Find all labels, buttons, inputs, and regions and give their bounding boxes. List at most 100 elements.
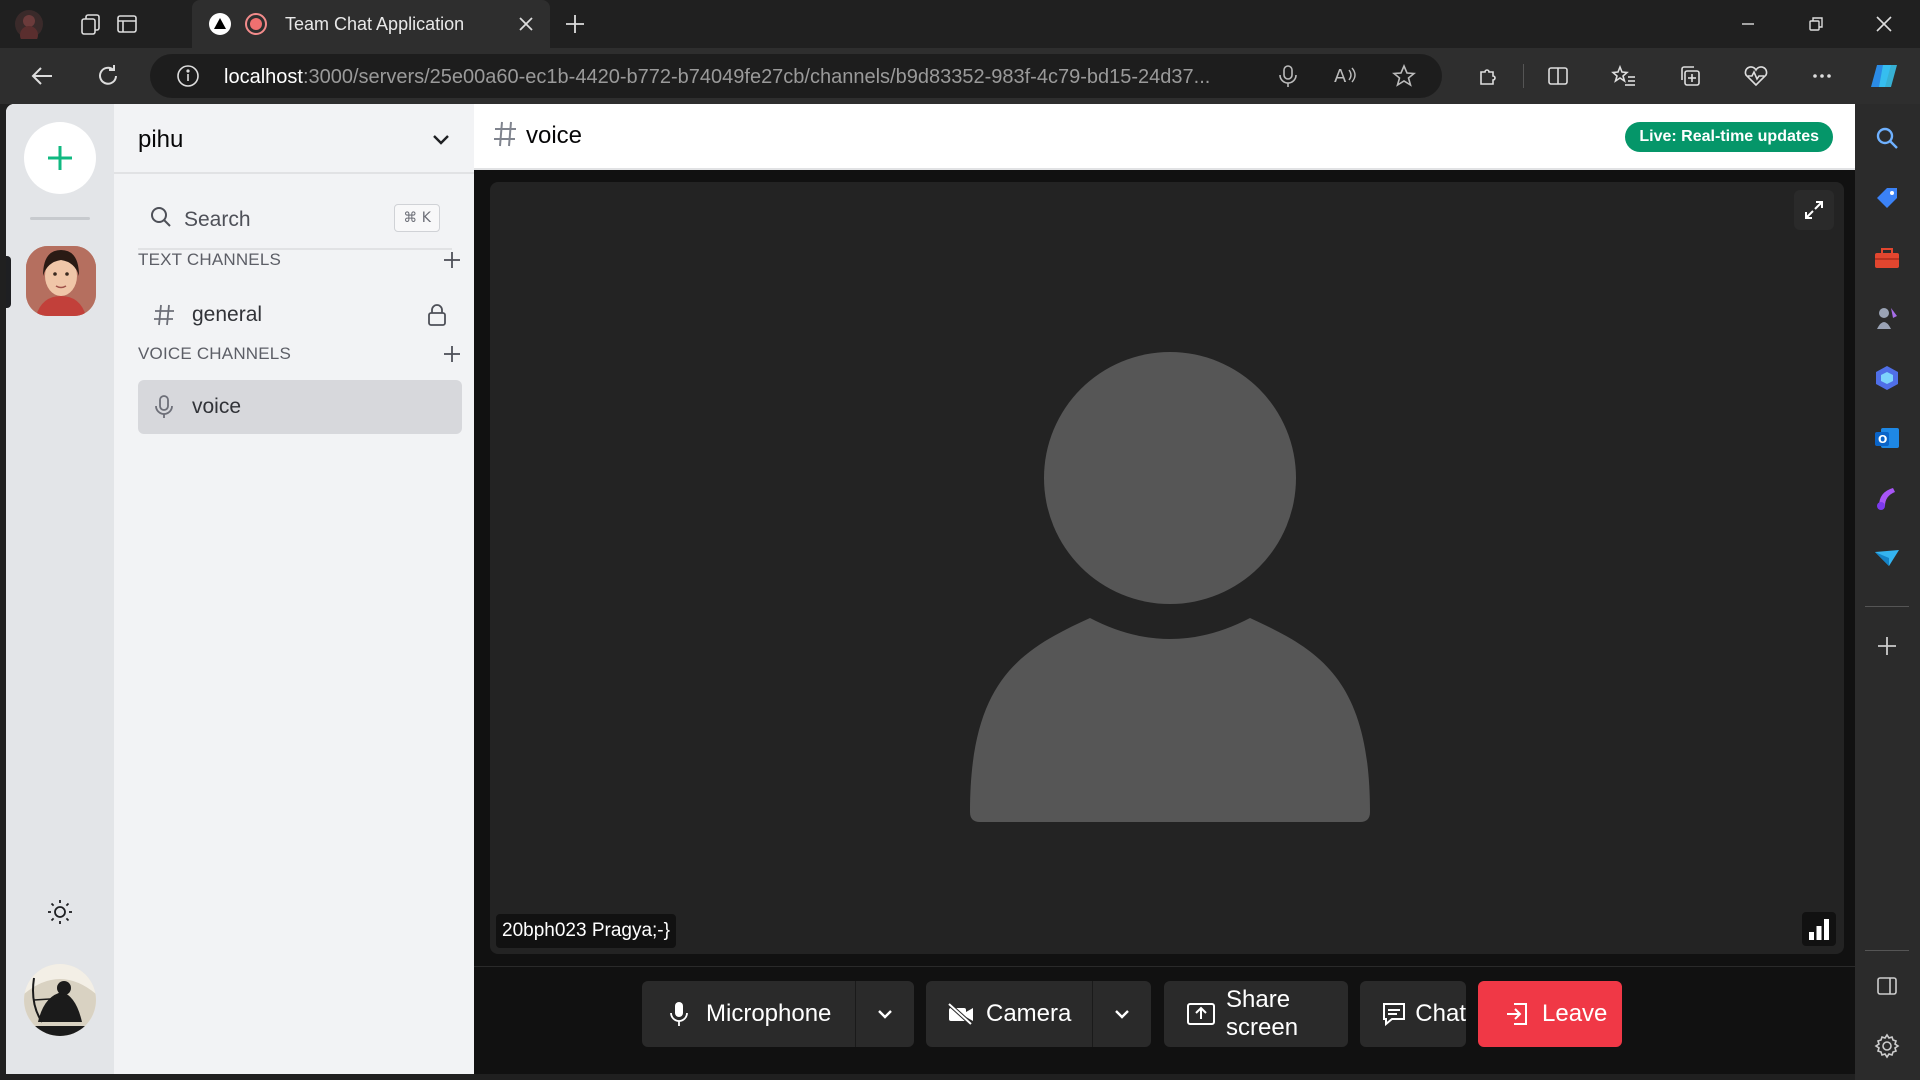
microphone-options-chevron-icon[interactable] (856, 981, 914, 1047)
games-icon[interactable] (1871, 302, 1903, 334)
sidebar-divider-bottom (1865, 950, 1909, 951)
browser-nav-bar: localhost:3000/servers/25e00a60-ec1b-442… (0, 48, 1920, 104)
search-button[interactable]: Search ⌘ K (138, 194, 452, 250)
site-info-icon[interactable] (172, 60, 204, 92)
svg-text:A: A (1334, 66, 1347, 87)
vercel-favicon-icon (208, 12, 232, 36)
collections-icon[interactable] (1672, 58, 1708, 94)
back-icon[interactable] (24, 58, 60, 94)
address-bar[interactable]: localhost:3000/servers/25e00a60-ec1b-442… (150, 54, 1442, 98)
server-header[interactable]: pihu (114, 104, 474, 174)
camera-button[interactable]: Camera (926, 981, 1093, 1047)
browser-essentials-icon[interactable] (1738, 58, 1774, 94)
microphone-icon (664, 999, 694, 1029)
profile-icon[interactable] (14, 9, 44, 39)
tab-team-chat[interactable]: Team Chat Application (192, 0, 550, 48)
browser-tab-bar: Team Chat Application (0, 0, 1920, 48)
channel-name: general (192, 303, 263, 326)
add-text-channel-icon[interactable] (440, 248, 464, 272)
outlook-icon[interactable]: O (1871, 422, 1903, 454)
server-avatar-pihu[interactable] (26, 246, 96, 316)
url-text: localhost:3000/servers/25e00a60-ec1b-442… (224, 66, 1224, 89)
shopping-tag-icon[interactable] (1871, 182, 1903, 214)
split-screen-icon[interactable] (1540, 58, 1576, 94)
theme-toggle-sun-icon[interactable] (44, 896, 76, 928)
sidebar-divider (1865, 606, 1909, 607)
channel-header: voice Live: Real-time updates (474, 104, 1855, 170)
leave-icon (1502, 999, 1532, 1029)
hash-icon (150, 301, 178, 329)
restore-icon[interactable] (1783, 0, 1849, 48)
send-icon[interactable] (1871, 542, 1903, 574)
microphone-button[interactable]: Microphone (642, 981, 856, 1047)
voice-search-icon[interactable] (1272, 60, 1304, 92)
svg-text:O: O (1878, 433, 1887, 446)
refresh-icon[interactable] (90, 58, 126, 94)
camera-options-chevron-icon[interactable] (1093, 981, 1151, 1047)
team-chat-app: pihu Search ⌘ K TEXT CHANNELS general VO… (6, 104, 1855, 1074)
url-path: :3000/servers/25e00a60-ec1b-4420-b772-b7… (302, 66, 1211, 88)
extensions-icon[interactable] (1470, 58, 1506, 94)
participant-name: 20bph023 Pragya;-} (496, 914, 676, 948)
favorites-icon[interactable] (1606, 58, 1642, 94)
hide-sidebar-icon[interactable] (1871, 970, 1903, 1002)
tab-title: Team Chat Application (285, 14, 465, 34)
tools-icon[interactable] (1871, 242, 1903, 274)
channel-item-general[interactable]: general (138, 288, 462, 342)
close-tab-icon[interactable] (512, 10, 540, 38)
lock-icon (424, 302, 450, 328)
leave-button[interactable]: Leave (1478, 981, 1622, 1047)
server-rail (6, 104, 114, 1074)
server-name: pihu (138, 126, 184, 153)
active-server-indicator (6, 256, 11, 308)
chat-button[interactable]: Chat (1360, 981, 1466, 1047)
search-shortcut: ⌘ K (394, 204, 440, 232)
chat-label: Chat (1415, 1000, 1466, 1027)
participant-placeholder-icon (970, 352, 1370, 822)
camera-label: Camera (986, 1000, 1072, 1027)
participant-tile[interactable]: 20bph023 Pragya;-} (490, 182, 1844, 954)
microsoft-365-icon[interactable] (1871, 362, 1903, 394)
channel-sidebar: pihu Search ⌘ K TEXT CHANNELS general VO… (114, 104, 474, 1074)
rail-divider (30, 217, 90, 220)
control-bar: Microphone Camera Share screen Chat Leav… (474, 966, 1855, 1074)
share-screen-label: Share screen (1226, 986, 1299, 1041)
copilot-icon[interactable] (1868, 58, 1904, 94)
hash-icon (492, 120, 518, 156)
more-menu-icon[interactable] (1804, 58, 1840, 94)
edge-sidebar: O (1855, 104, 1920, 1080)
search-label: Search (184, 208, 251, 231)
user-avatar[interactable] (24, 964, 96, 1036)
minimize-icon[interactable] (1715, 0, 1781, 48)
new-tab-icon[interactable] (560, 9, 590, 39)
url-host: localhost (224, 66, 303, 88)
channel-title: voice (526, 122, 583, 149)
search-icon (148, 204, 174, 230)
channel-name: voice (192, 395, 242, 418)
sidebar-search-icon[interactable] (1871, 122, 1903, 154)
add-server-button[interactable] (24, 122, 96, 194)
tab-actions-icon[interactable] (112, 9, 142, 39)
favorite-star-icon[interactable] (1388, 60, 1420, 92)
close-window-icon[interactable] (1851, 0, 1917, 48)
read-aloud-icon[interactable]: A (1330, 60, 1362, 92)
fullscreen-icon[interactable] (1794, 190, 1834, 230)
microphone-control: Microphone (642, 981, 914, 1047)
add-voice-channel-icon[interactable] (440, 342, 464, 366)
chevron-down-icon[interactable] (426, 124, 456, 154)
connection-quality-icon (1802, 912, 1836, 946)
channel-item-voice[interactable]: voice (138, 380, 462, 434)
toolbar-divider (1523, 64, 1524, 88)
main-content: voice Live: Real-time updates 20bph023 P… (474, 104, 1855, 1074)
workspaces-icon[interactable] (76, 9, 106, 39)
live-status-badge: Live: Real-time updates (1625, 122, 1833, 152)
share-screen-icon (1186, 999, 1216, 1029)
settings-gear-icon[interactable] (1871, 1030, 1903, 1062)
recording-icon (244, 12, 268, 36)
leave-label: Leave (1542, 1000, 1608, 1027)
share-screen-button[interactable]: Share screen (1164, 981, 1348, 1047)
video-conference: 20bph023 Pragya;-} Microphone Camera Sha… (474, 172, 1855, 1074)
add-sidebar-app-icon[interactable] (1871, 630, 1903, 662)
text-channels-heading: TEXT CHANNELS (138, 250, 282, 269)
designer-icon[interactable] (1871, 482, 1903, 514)
